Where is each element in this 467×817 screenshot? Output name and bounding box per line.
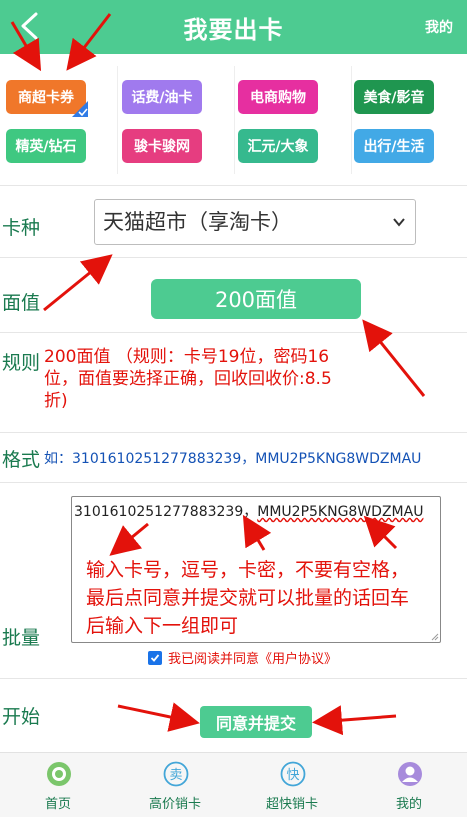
nav-mine[interactable]: 我的 [351,753,467,817]
nav-home[interactable]: 首页 [0,753,116,817]
agreement: 我已阅读并同意 《用户协议》 [148,648,337,667]
column-divider [351,66,352,174]
category-label: 话费/油卡 [131,90,193,106]
submit-button[interactable]: 同意并提交 [200,706,312,738]
nav-label: 我的 [395,797,422,812]
category-label: 精英/钻石 [15,139,77,155]
category-meishi[interactable]: 美食/影音 [354,80,434,114]
category-label: 美食/影音 [363,90,425,106]
batch-hint: 输入卡号，逗号，卡密，不要有空格，最后点同意并提交就可以批量的话回车后输入下一组… [86,559,410,637]
category-jingying[interactable]: 精英/钻石 [6,129,86,163]
category-label: 电商购物 [250,90,306,106]
category-shangchao[interactable]: 商超卡券 [6,80,88,117]
face-value-button[interactable]: 200面值 [151,279,361,319]
category-label: 出行/生活 [363,139,425,155]
resize-handle-icon[interactable] [431,633,439,641]
agree-text: 我已阅读并同意 [168,652,260,667]
app-header: 我要出卡 我的 [0,0,467,54]
nav-label: 首页 [44,797,71,812]
svg-text:卖: 卖 [169,768,182,783]
card-type-select[interactable]: 天猫超市（享淘卡） [94,199,416,245]
format-label: 格式 [2,449,41,471]
check-icon [150,653,160,662]
category-huiyuan[interactable]: 汇元/大象 [238,129,318,163]
nav-sell-high[interactable]: 卖 高价销卡 [117,753,233,817]
batch-card-number: 3101610251277883239， [74,504,258,520]
rule-text: 200面值 （规则：卡号19位，密码16位，面值要选择正确，回收回收价:8.5折… [44,347,332,411]
my-link[interactable]: 我的 [425,17,453,37]
nav-sell-fast[interactable]: 快 超快销卡 [234,753,350,817]
page-title: 我要出卡 [183,15,284,44]
user-icon [398,762,422,786]
batch-label: 批量 [2,627,41,649]
batch-card-secret: MMU2P5KNG8WDZMAU [257,504,424,520]
fast-icon: 快 [280,761,306,787]
card-type-value: 天猫超市（享淘卡） [103,210,292,234]
bottom-nav: 首页 卖 高价销卡 快 超快销卡 我的 [0,752,467,817]
batch-textarea[interactable]: 3101610251277883239，MMU2P5KNG8WDZMAU 输入卡… [71,496,441,643]
category-junka[interactable]: 骏卡骏网 [122,129,202,163]
selected-check-icon [72,101,88,117]
column-divider [117,66,118,174]
category-label: 汇元/大象 [247,139,309,155]
category-dianshang[interactable]: 电商购物 [238,80,318,114]
category-label: 商超卡券 [18,90,74,106]
batch-value: 3101610251277883239，MMU2P5KNG8WDZMAU [74,501,423,521]
start-label: 开始 [2,706,41,728]
nav-label: 高价销卡 [148,797,201,812]
category-label: 骏卡骏网 [134,139,190,155]
page: 我要出卡 我的 商超卡券 话费/油卡 电商购物 美食/影音 精英/钻石 骏卡骏网… [0,0,467,817]
home-icon [47,762,71,786]
rule-label: 规则 [2,352,41,374]
chevron-down-icon [393,218,405,227]
card-type-label: 卡种 [2,217,41,239]
category-chuxing[interactable]: 出行/生活 [354,129,434,163]
agree-checkbox[interactable] [148,650,162,665]
back-icon[interactable] [14,10,44,42]
column-divider [234,66,235,174]
nav-label: 超快销卡 [265,797,318,812]
face-value-label: 面值 [2,292,41,314]
category-huafei[interactable]: 话费/油卡 [122,80,202,114]
user-agreement-link[interactable]: 《用户协议》 [259,648,337,667]
svg-text:快: 快 [286,768,299,783]
sell-icon: 卖 [163,761,189,787]
format-text: 如：3101610251277883239，MMU2P5KNG8WDZMAU [44,451,422,467]
